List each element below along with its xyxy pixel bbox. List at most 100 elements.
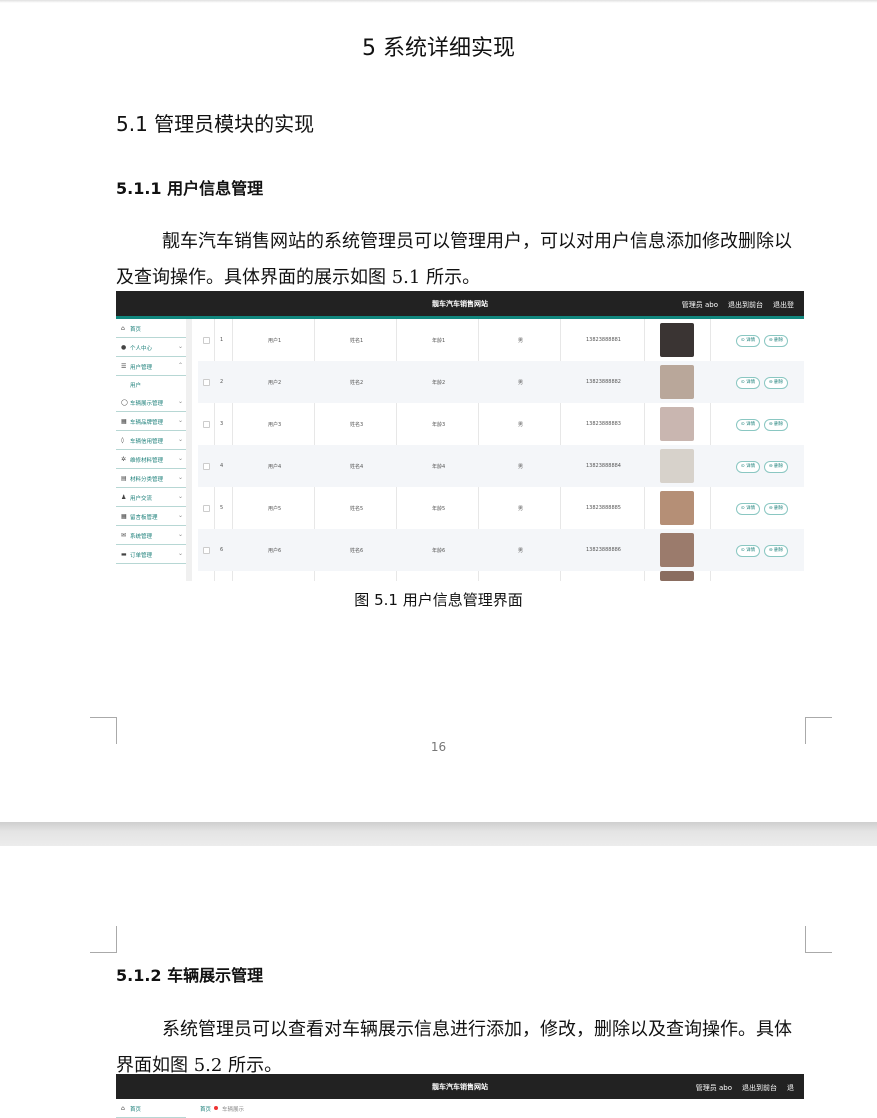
sidebar-item[interactable]: ◊ 车辆信用管理 ⌄ (116, 431, 186, 450)
breadcrumb: 首页 车辆展示 (192, 1099, 804, 1118)
cell-phone: 13823888883 (586, 421, 621, 427)
cell-account: 用户4 (268, 464, 282, 470)
chevron-icon: ⌄ (177, 417, 183, 424)
sidebar-item-label: 车辆品牌管理 (130, 420, 164, 426)
breadcrumb-dot-icon (214, 1106, 218, 1110)
table-row: 1 用户1 姓名1 年龄1 男 13823888881 ⊙ 详情 ⊖ 删除 (198, 319, 804, 361)
gear-icon: ✲ (121, 456, 127, 463)
delete-button[interactable]: ⊖ 删除 (764, 503, 788, 515)
cell-phone: 13823888882 (586, 379, 621, 385)
cell-name: 姓名3 (350, 422, 364, 428)
body-paragraph: 靓车汽车销售网站的系统管理员可以管理用户，可以对用户信息添加修改删除以及查询操作… (116, 231, 792, 288)
table-row: 6 用户6 姓名6 年龄6 男 13823888886 ⊙ 详情 ⊖ 删除 (198, 529, 804, 571)
pin-icon: ◊ (121, 437, 124, 444)
row-checkbox[interactable] (203, 421, 210, 428)
cell-age: 年龄4 (432, 464, 446, 470)
delete-button[interactable]: ⊖ 删除 (764, 419, 788, 431)
table-row: 2 用户2 姓名2 年龄2 男 13823888882 ⊙ 详情 ⊖ 删除 (198, 361, 804, 403)
sidebar-item-home[interactable]: ⌂ 首页 (116, 1099, 186, 1118)
chapter-title: 5 系统详细实现 (362, 36, 515, 61)
circle-icon: ◯ (121, 399, 128, 406)
sidebar-item[interactable]: ☰ 用户管理 ⌃ (116, 357, 186, 376)
detail-button[interactable]: ⊙ 详情 (736, 461, 760, 473)
cell-index: 5 (220, 505, 224, 511)
cell-gender: 男 (518, 548, 524, 554)
detail-button[interactable]: ⊙ 详情 (736, 545, 760, 557)
user-photo (660, 449, 694, 483)
chevron-icon: ⌄ (177, 550, 183, 557)
detail-button[interactable]: ⊙ 详情 (736, 377, 760, 389)
logout-link[interactable]: 退 (787, 1084, 794, 1092)
cell-gender: 男 (518, 380, 524, 386)
sidebar-item[interactable]: ✲ 维修材料管理 ⌄ (116, 450, 186, 469)
row-checkbox[interactable] (203, 505, 210, 512)
back-to-front-link[interactable]: 退出到前台 (728, 301, 763, 309)
sidebar-item[interactable]: ● 个人中心 ⌄ (116, 338, 186, 357)
sidebar-item-label: 首页 (130, 1107, 142, 1113)
user-icon: ● (121, 344, 127, 351)
delete-button[interactable]: ⊖ 删除 (764, 377, 788, 389)
sidebar-item[interactable]: ▦ 车辆品牌管理 ⌄ (116, 412, 186, 431)
sidebar-item[interactable]: ◯ 车辆展示管理 ⌄ (116, 393, 186, 412)
detail-button[interactable]: ⊙ 详情 (736, 419, 760, 431)
grid-icon: ▦ (121, 418, 127, 425)
table-row: 5 用户5 姓名5 年龄5 男 13823888885 ⊙ 详情 ⊖ 删除 (198, 487, 804, 529)
chevron-icon: ⌄ (177, 493, 183, 500)
user-photo (660, 365, 694, 399)
breadcrumb-home[interactable]: 首页 (200, 1105, 211, 1113)
sidebar-subitem-label: 用户 (130, 383, 142, 389)
cell-index: 3 (220, 421, 224, 427)
delete-button[interactable]: ⊖ 删除 (764, 335, 788, 347)
logout-link[interactable]: 退出登 (773, 301, 794, 309)
delete-button[interactable]: ⊖ 删除 (764, 461, 788, 473)
sidebar-item-label: 用户管理 (130, 365, 153, 371)
delete-button[interactable]: ⊖ 删除 (764, 545, 788, 557)
sidebar-subitem-user[interactable]: 用户 (116, 376, 186, 392)
back-to-front-link[interactable]: 退出到前台 (742, 1084, 777, 1092)
figure-user-management-screenshot: 靓车汽车销售网站 管理员 abo 退出到前台 退出登 ⌂ 首页 ● 个人中心 ⌄ ☰ 用户管理 ⌃… (116, 291, 804, 581)
sidebar-item-label: 车辆展示管理 (130, 401, 164, 407)
detail-button[interactable]: ⊙ 详情 (736, 503, 760, 515)
sidebar-item-label: 订单管理 (130, 553, 153, 559)
chevron-icon: ⌄ (177, 455, 183, 462)
cell-phone: 13823888885 (586, 505, 621, 511)
chevron-icon: ⌄ (177, 531, 183, 538)
row-checkbox[interactable] (203, 379, 210, 386)
sidebar-item[interactable]: ⌂ 首页 (116, 319, 186, 338)
user-photo (660, 323, 694, 357)
row-checkbox[interactable] (203, 463, 210, 470)
user-photo (660, 407, 694, 441)
sidebar-item-label: 维修材料管理 (130, 458, 164, 464)
sidebar-item[interactable]: ♟ 用户交流 ⌄ (116, 488, 186, 507)
chevron-icon: ⌄ (177, 474, 183, 481)
cell-name: 姓名4 (350, 464, 364, 470)
sidebar-item[interactable]: ▤ 材料分类管理 ⌄ (116, 469, 186, 488)
subsection-title: 5.1.2 车辆展示管理 (116, 966, 264, 985)
doc-icon: ▬ (121, 551, 127, 558)
cell-gender: 男 (518, 338, 524, 344)
cell-age: 年龄3 (432, 422, 446, 428)
cell-gender: 男 (518, 422, 524, 428)
cell-index: 4 (220, 463, 224, 469)
detail-button[interactable]: ⊙ 详情 (736, 335, 760, 347)
sidebar-item[interactable]: ✉ 系统管理 ⌄ (116, 526, 186, 545)
row-checkbox[interactable] (203, 337, 210, 344)
cell-name: 姓名5 (350, 506, 364, 512)
cell-account: 用户3 (268, 422, 282, 428)
row-checkbox[interactable] (203, 547, 210, 554)
sidebar-item[interactable]: ▬ 订单管理 ⌄ (116, 545, 186, 564)
margin-corner-mark (90, 926, 117, 953)
chevron-icon: ⌃ (177, 362, 183, 369)
person-icon: ♟ (121, 494, 127, 501)
page-number: 16 (430, 740, 447, 754)
table-row: 3 用户3 姓名3 年龄3 男 13823888883 ⊙ 详情 ⊖ 删除 (198, 403, 804, 445)
sidebar-item[interactable]: ▦ 留言板管理 ⌄ (116, 507, 186, 526)
cell-index: 1 (220, 337, 224, 343)
sidebar-item-label: 用户交流 (130, 496, 153, 502)
list-icon: ☰ (121, 363, 127, 370)
cell-age: 年龄2 (432, 380, 446, 386)
cell-gender: 男 (518, 506, 524, 512)
user-photo (660, 571, 694, 581)
cell-age: 年龄1 (432, 338, 446, 344)
figure-caption: 图 5.1 用户信息管理界面 (354, 591, 523, 609)
